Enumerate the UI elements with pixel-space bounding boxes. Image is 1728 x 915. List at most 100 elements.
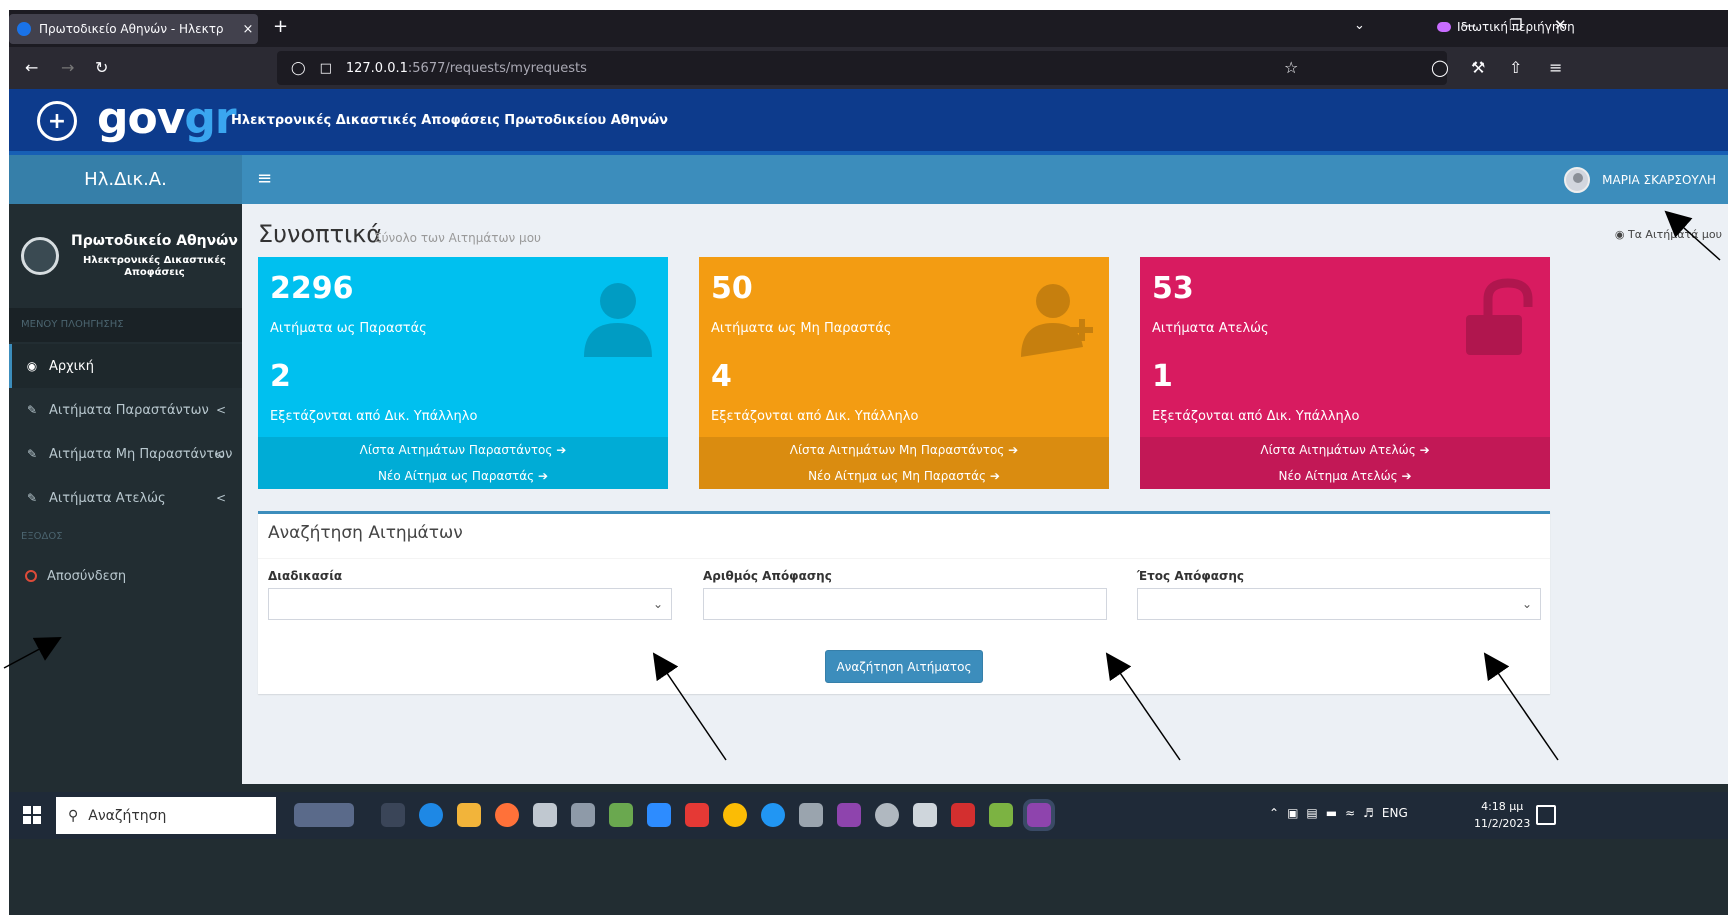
org-name: Πρωτοδικείο Αθηνών	[71, 233, 238, 249]
acrobat-icon[interactable]	[951, 803, 975, 827]
browser-nav-bar: ← → ↻ ◯ □ 127.0.0.1:5677/requests/myrequ…	[9, 47, 1728, 89]
wrench-icon[interactable]: ⚒	[1471, 58, 1485, 77]
document-icon[interactable]	[913, 803, 937, 827]
sidebar-item-logout[interactable]: Αποσύνδεση	[9, 554, 242, 598]
new-request-link[interactable]: Νέο Αίτημα Ατελώς ➔	[1140, 463, 1550, 489]
browser-tab[interactable]: Πρωτοδικείο Αθηνών - Ηλεκτρ ×	[9, 14, 258, 44]
language-indicator[interactable]: ENG	[1382, 806, 1408, 820]
notepad-icon[interactable]	[609, 803, 633, 827]
sidebar-exit-header: ΕΞΟΔΟΣ	[9, 520, 242, 554]
avatar	[1564, 167, 1591, 193]
stat-total: 50	[711, 271, 753, 306]
sidebar-item-label: Αιτήματα Μη Παραστάντων	[49, 446, 233, 462]
procedure-select[interactable]: ⌄	[268, 588, 672, 620]
user-icon	[584, 283, 652, 357]
private-firefox-icon[interactable]	[837, 803, 861, 827]
calculator-icon[interactable]	[571, 803, 595, 827]
tray-app-icon[interactable]: ▣	[1287, 806, 1298, 820]
gov-header: + govgr Ηλεκτρονικές Δικαστικές Αποφάσει…	[9, 89, 1728, 155]
url-path: :5677/requests/myrequests	[407, 60, 587, 76]
share-icon[interactable]: ⇧	[1509, 58, 1522, 77]
search-button[interactable]: Αναζήτηση Αιτήματος	[825, 650, 983, 683]
page-info-icon[interactable]: □	[320, 61, 332, 76]
close-window-icon[interactable]: ✕	[1554, 16, 1567, 34]
search-icon: ⚲	[68, 807, 79, 824]
edge-icon[interactable]	[419, 803, 443, 827]
decision-number-input[interactable]	[703, 588, 1107, 620]
sidebar-item-requests-free[interactable]: ✎ Αιτήματα Ατελώς <	[9, 476, 242, 520]
favicon-icon	[17, 22, 31, 36]
sidebar-item-requests-representatives[interactable]: ✎ Αιτήματα Παραστάντων <	[9, 388, 242, 432]
restore-icon[interactable]: ❐	[1509, 16, 1522, 34]
editor-icon[interactable]	[989, 803, 1013, 827]
forward-icon[interactable]: →	[61, 58, 74, 77]
user-name: ΜΑΡΙΑ ΣΚΑΡΣΟΥΛΗ	[1602, 173, 1716, 187]
close-tab-icon[interactable]: ×	[238, 22, 258, 37]
sidebar-item-requests-non-representatives[interactable]: ✎ Αιτήματα Μη Παραστάντων <	[9, 432, 242, 476]
user-menu[interactable]: ΜΑΡΙΑ ΣΚΑΡΣΟΥΛΗ	[1564, 167, 1716, 193]
screen-frame-top	[0, 0, 1728, 10]
list-requests-link[interactable]: Λίστα Αιτημάτων Ατελώς ➔	[1140, 437, 1550, 463]
sidebar-item-label: Αρχική	[49, 358, 94, 374]
edit-icon: ✎	[26, 403, 38, 417]
sidebar-item-home[interactable]: ◉ Αρχική	[9, 344, 242, 388]
back-icon[interactable]: ←	[25, 58, 38, 77]
list-tabs-chevron-icon[interactable]: ⌄	[1354, 18, 1365, 33]
windows-taskbar: ⚲ Αναζήτηση ⌃ ▣ ▤ ▬ ≈ ♬ ENG 4:18 μμ 11/2…	[9, 792, 1728, 839]
file-explorer-icon[interactable]	[457, 803, 481, 827]
reload-icon[interactable]: ↻	[95, 58, 108, 77]
archive-icon[interactable]	[799, 803, 823, 827]
decision-year-label: Έτος Απόφασης	[1137, 569, 1244, 583]
windows-start-icon[interactable]	[23, 806, 41, 824]
brand-logo[interactable]: Ηλ.Δικ.Α.	[9, 155, 242, 204]
battery-icon[interactable]: ▬	[1326, 806, 1337, 820]
tray-display-icon[interactable]: ▤	[1306, 806, 1317, 820]
notifications-icon[interactable]	[1536, 805, 1556, 825]
org-sub-line2: Αποφάσεις	[124, 267, 185, 278]
sidebar-item-label: Αιτήματα Ατελώς	[49, 490, 166, 506]
edit-icon: ✎	[26, 447, 38, 461]
search-requests-box: Αναζήτηση Αιτημάτων Διαδικασία ⌄ Αριθμός…	[258, 511, 1550, 694]
active-private-window-icon[interactable]	[1027, 803, 1051, 827]
task-view-icon[interactable]	[381, 803, 405, 827]
clock-date: 11/2/2023	[1474, 817, 1531, 830]
stat-total: 2296	[270, 271, 354, 306]
taskbar-search[interactable]: ⚲ Αναζήτηση	[56, 797, 276, 834]
breadcrumb[interactable]: ◉ Τα Αιτήματά μου	[1615, 228, 1722, 241]
wifi-icon[interactable]: ≈	[1345, 806, 1355, 820]
firefox-icon[interactable]	[495, 803, 519, 827]
shield-icon[interactable]: ◯	[291, 61, 306, 76]
sidebar-toggle-icon[interactable]: ≡	[257, 168, 272, 189]
settings-gear-icon[interactable]	[875, 803, 899, 827]
taskbar-clock[interactable]: 4:18 μμ 11/2/2023	[1474, 798, 1530, 832]
new-request-link[interactable]: Νέο Αίτημα ως Παραστάς ➔	[258, 463, 668, 489]
minimize-icon[interactable]: —	[1461, 16, 1476, 34]
list-requests-link[interactable]: Λίστα Αιτημάτων Παραστάντος ➔	[258, 437, 668, 463]
show-hidden-icons-icon[interactable]: ⌃	[1269, 806, 1279, 820]
firefox-dev-icon[interactable]	[761, 803, 785, 827]
org-sub-line1: Ηλεκτρονικές Δικαστικές	[83, 255, 226, 266]
dashboard-icon: ◉	[1614, 228, 1625, 241]
stat-box-non-representatives: 50 Αιτήματα ως Μη Παραστάς 4 Εξετάζονται…	[699, 257, 1109, 489]
clock-time: 4:18 μμ	[1481, 800, 1524, 813]
anydesk-icon[interactable]	[685, 803, 709, 827]
chrome-icon[interactable]	[723, 803, 747, 827]
new-tab-button[interactable]: +	[273, 16, 288, 37]
greek-emblem-icon: +	[37, 101, 77, 141]
govgr-logo[interactable]: govgr	[97, 93, 237, 144]
gov-subtitle: Ηλεκτρονικές Δικαστικές Αποφάσεις Πρωτοδ…	[231, 113, 668, 128]
pocket-icon[interactable]: ◯	[1431, 58, 1449, 77]
app-menu-icon[interactable]: ≡	[1549, 58, 1562, 77]
url-bar[interactable]: ◯ □ 127.0.0.1:5677/requests/myrequests	[277, 51, 1447, 85]
bookmark-star-icon[interactable]: ☆	[1284, 58, 1298, 77]
page-title: Συνοπτικά	[258, 220, 383, 248]
decision-number-label: Αριθμός Απόφασης	[703, 569, 832, 583]
decision-year-select[interactable]: ⌄	[1137, 588, 1541, 620]
new-request-link[interactable]: Νέο Αίτημα ως Μη Παραστάς ➔	[699, 463, 1109, 489]
volume-icon[interactable]: ♬	[1363, 806, 1374, 820]
zoom-icon[interactable]	[647, 803, 671, 827]
list-requests-link[interactable]: Λίστα Αιτημάτων Μη Παραστάντος ➔	[699, 437, 1109, 463]
paint-icon[interactable]	[533, 803, 557, 827]
edit-icon: ✎	[26, 491, 38, 505]
app-header: Ηλ.Δικ.Α. ≡ ΜΑΡΙΑ ΣΚΑΡΣΟΥΛΗ	[9, 155, 1728, 204]
